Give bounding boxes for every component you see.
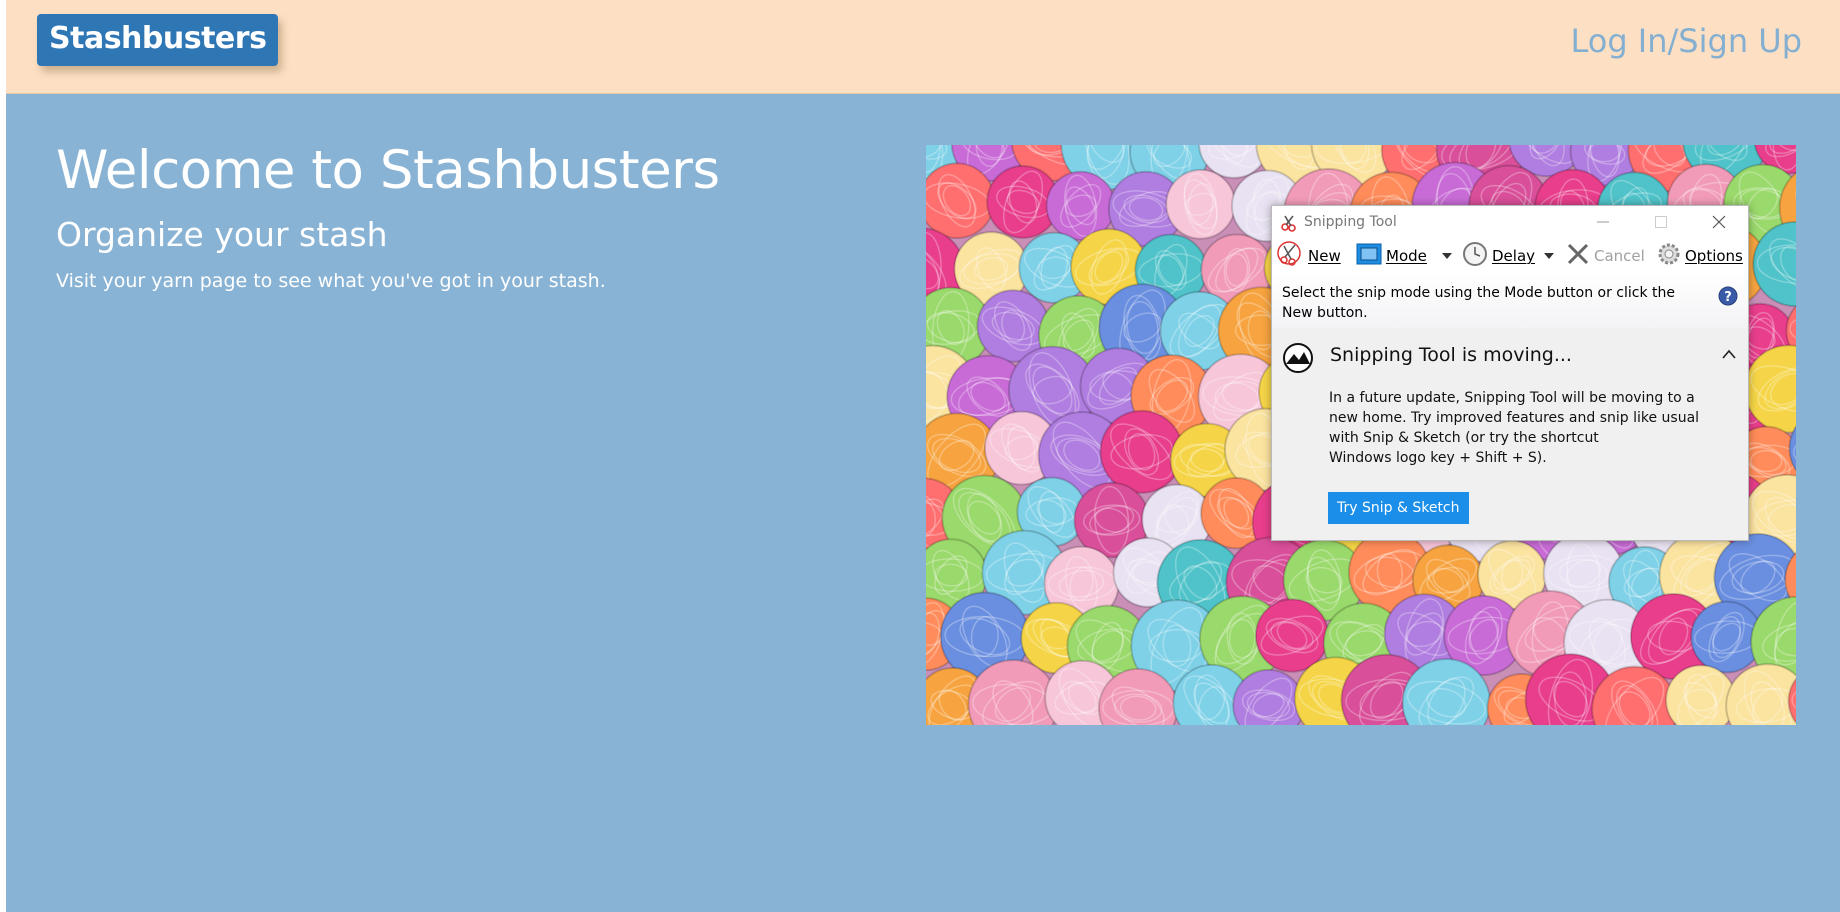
new-snip-icon: [1276, 240, 1304, 272]
notice-body: In a future update, Snipping Tool will b…: [1329, 388, 1729, 468]
notice-line: In a future update, Snipping Tool will b…: [1329, 390, 1695, 406]
options-button[interactable]: Options: [1657, 242, 1743, 270]
page-subtitle: Organize your stash: [56, 215, 388, 254]
window-title: Snipping Tool: [1304, 214, 1397, 230]
moving-notice-panel: Snipping Tool is moving... In a future u…: [1272, 328, 1748, 540]
mode-label: Mode: [1386, 247, 1427, 265]
delay-label: Delay: [1492, 247, 1536, 265]
mode-dropdown[interactable]: [1442, 242, 1452, 270]
maximize-button[interactable]: [1632, 206, 1690, 238]
minimize-icon: [1597, 221, 1609, 223]
navbar: Stashbusters Log In/Sign Up: [6, 0, 1840, 94]
svg-text:?: ?: [1724, 290, 1732, 305]
cancel-label: Cancel: [1594, 247, 1645, 265]
delay-button[interactable]: Delay: [1462, 242, 1535, 270]
snip-hint-text: Select the snip mode using the Mode butt…: [1282, 285, 1676, 321]
cancel-button[interactable]: Cancel: [1566, 242, 1645, 270]
try-snip-sketch-button[interactable]: Try Snip & Sketch: [1328, 492, 1469, 524]
close-button[interactable]: [1690, 206, 1748, 238]
close-icon: [1712, 215, 1726, 229]
delay-dropdown[interactable]: [1544, 242, 1554, 270]
snip-sketch-icon: [1282, 342, 1314, 378]
mode-button[interactable]: Mode: [1356, 242, 1427, 270]
gear-icon: [1657, 242, 1681, 270]
maximize-icon: [1655, 216, 1667, 228]
intro-text: Visit your yarn page to see what you've …: [56, 270, 606, 292]
page-title: Welcome to Stashbusters: [56, 140, 720, 201]
notice-line: with Snip & Sketch (or try the shortcut: [1329, 430, 1599, 446]
chevron-up-icon: [1722, 349, 1736, 359]
chevron-down-icon: [1442, 253, 1452, 259]
new-label: New: [1308, 247, 1341, 265]
options-label: Options: [1685, 247, 1743, 265]
collapse-button[interactable]: [1722, 344, 1736, 363]
notice-line: new home. Try improved features and snip…: [1329, 410, 1700, 426]
help-icon[interactable]: ?: [1718, 286, 1738, 312]
notice-title: Snipping Tool is moving...: [1330, 344, 1572, 366]
snipping-tool-titlebar[interactable]: Snipping Tool: [1272, 206, 1748, 238]
clock-icon: [1462, 241, 1488, 271]
snipping-tool-window: Snipping Tool New Mode Delay Cancel Opti…: [1271, 205, 1749, 541]
snipping-toolbar: New Mode Delay Cancel Options: [1272, 238, 1748, 274]
mode-icon: [1356, 243, 1382, 269]
scissors-icon: [1280, 214, 1298, 236]
login-signup-link[interactable]: Log In/Sign Up: [1570, 22, 1802, 60]
new-snip-button[interactable]: New: [1276, 240, 1341, 272]
cancel-x-icon: [1566, 242, 1590, 270]
chevron-down-icon: [1544, 253, 1554, 259]
brand-button[interactable]: Stashbusters: [37, 14, 279, 66]
minimize-button[interactable]: [1574, 206, 1632, 238]
notice-line: Windows logo key + Shift + S).: [1329, 450, 1547, 466]
snip-hint-area: Select the snip mode using the Mode butt…: [1272, 274, 1748, 328]
